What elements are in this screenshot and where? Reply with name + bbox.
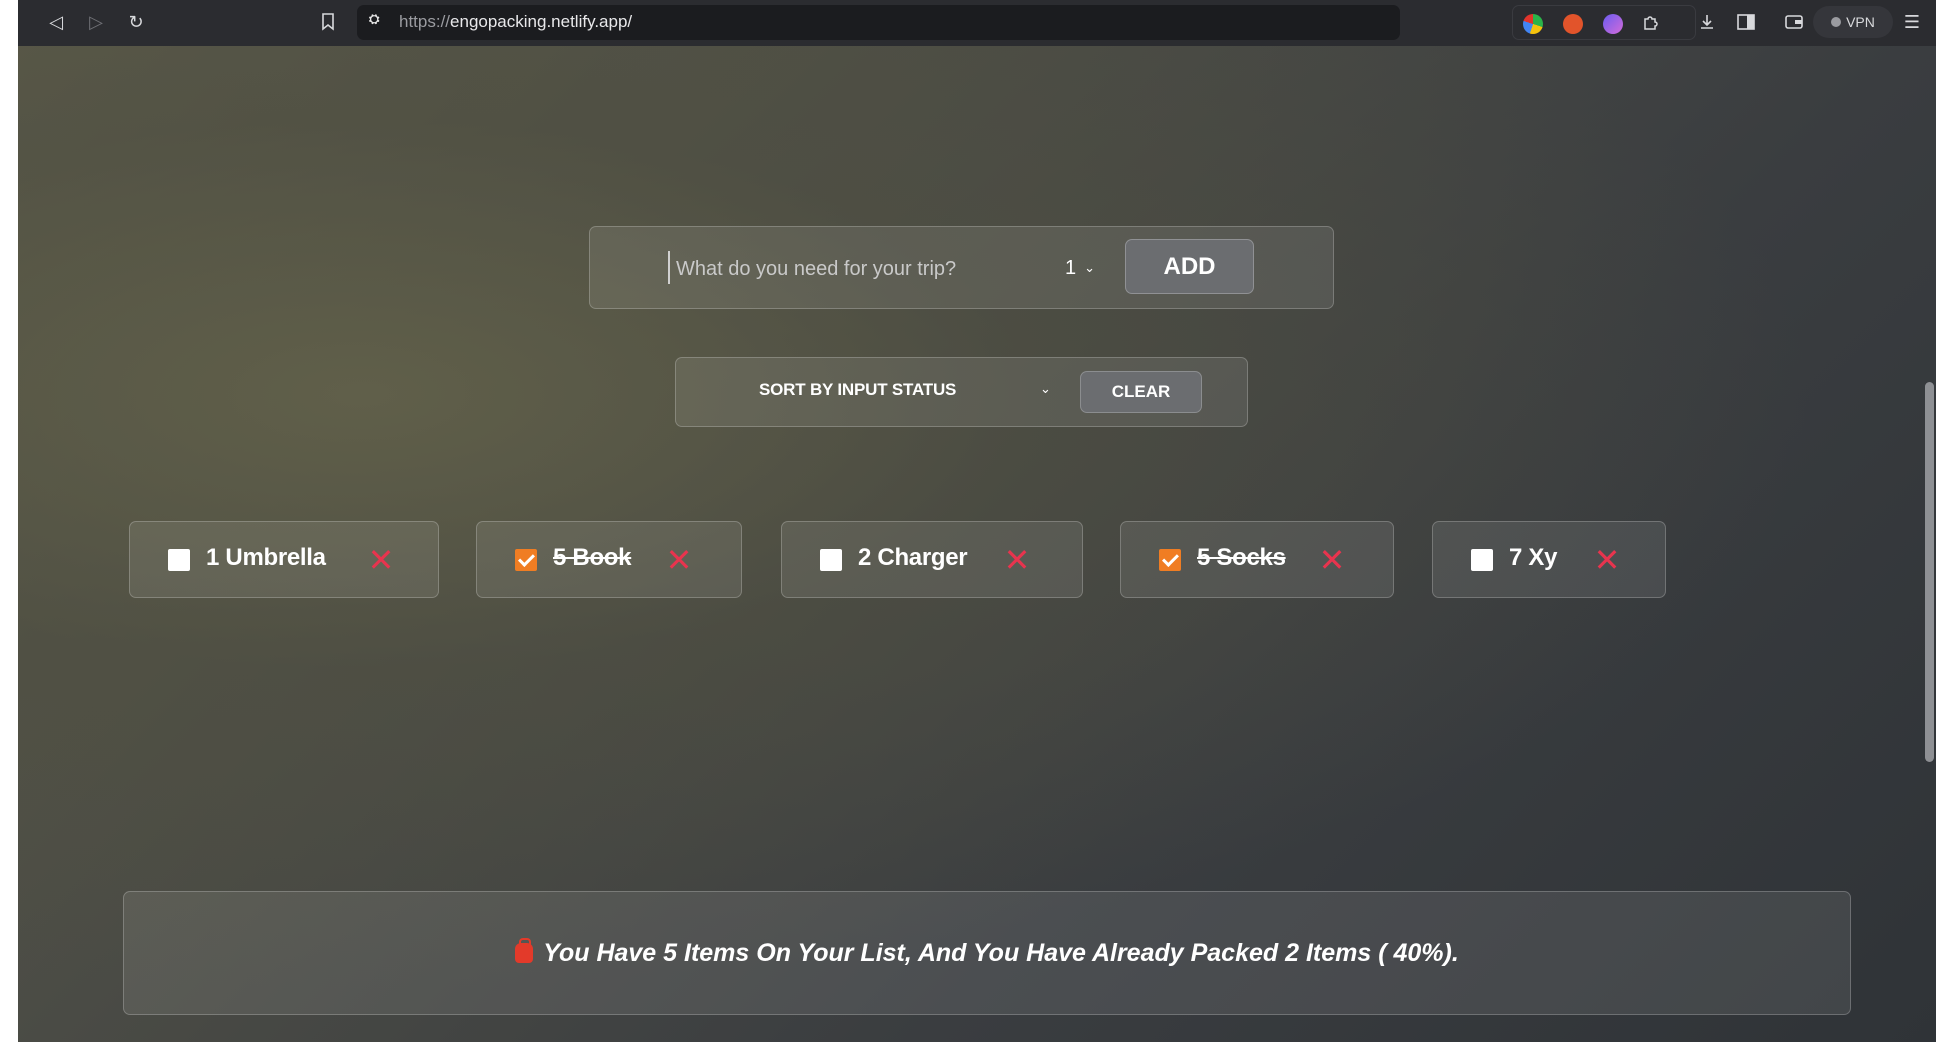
list-item: 1 Umbrella ✕: [129, 521, 439, 598]
puzzle-icon[interactable]: [1637, 8, 1665, 36]
list-item: 7 Xy ✕: [1432, 521, 1666, 598]
item-label: 7 Xy: [1509, 544, 1558, 571]
list-item: 2 Charger ✕: [781, 521, 1083, 598]
add-item-form: 1 ⌄ ADD: [589, 226, 1334, 309]
packed-checkbox[interactable]: [820, 549, 842, 571]
delete-icon[interactable]: ✕: [1591, 541, 1623, 579]
address-bar[interactable]: ⛭ https://engopacking.netlify.app/: [357, 5, 1400, 40]
item-input[interactable]: [674, 245, 1048, 293]
chevron-down-icon: ⌄: [1084, 260, 1096, 276]
quantity-select[interactable]: 1 ⌄: [1065, 249, 1111, 287]
list-actions: SORT BY INPUT STATUS ⌄ CLEAR: [675, 357, 1248, 427]
reload-icon[interactable]: ↻: [122, 8, 150, 36]
add-button[interactable]: ADD: [1125, 239, 1254, 294]
clear-button[interactable]: CLEAR: [1080, 371, 1202, 413]
browser-toolbar: ◁ ▷ ↻ ⛭ https://engopacking.netlify.app/: [18, 0, 1936, 46]
scrollbar[interactable]: [1925, 382, 1934, 762]
bookmark-icon[interactable]: [314, 8, 342, 36]
delete-icon[interactable]: ✕: [1316, 541, 1348, 579]
app-page: 1 ⌄ ADD SORT BY INPUT STATUS ⌄ CLEAR 1 U…: [18, 46, 1936, 1042]
list-item: 5 Book ✕: [476, 521, 742, 598]
forward-arrow-icon[interactable]: ▷: [82, 8, 110, 36]
vpn-button[interactable]: VPN: [1813, 6, 1893, 38]
item-label: 5 Book: [553, 544, 632, 571]
extension-icon[interactable]: [1603, 14, 1623, 34]
brave-rewards-icon[interactable]: [1563, 14, 1583, 34]
back-arrow-icon[interactable]: ◁: [42, 8, 70, 36]
packed-checkbox[interactable]: [515, 549, 537, 571]
list-item: 5 Socks ✕: [1120, 521, 1394, 598]
extensions-group: [1512, 5, 1696, 40]
packed-checkbox[interactable]: [1159, 549, 1181, 571]
item-label: 1 Umbrella: [206, 544, 326, 571]
backpack-icon: [515, 938, 534, 963]
chevron-down-icon[interactable]: ⌄: [1040, 382, 1051, 397]
packed-checkbox[interactable]: [1471, 549, 1493, 571]
delete-icon[interactable]: ✕: [1001, 541, 1033, 579]
vpn-status-icon: [1831, 17, 1842, 27]
delete-icon[interactable]: ✕: [663, 541, 695, 579]
download-icon[interactable]: [1693, 8, 1721, 36]
text-caret: [668, 251, 670, 284]
stats-text: You Have 5 Items On Your List, And You H…: [543, 938, 1459, 967]
packed-checkbox[interactable]: [168, 549, 190, 571]
stats-footer: You Have 5 Items On Your List, And You H…: [123, 891, 1851, 1015]
sidebar-icon[interactable]: [1732, 8, 1760, 36]
sort-select[interactable]: SORT BY INPUT STATUS: [759, 380, 994, 406]
site-info-icon[interactable]: ⛭: [369, 12, 389, 32]
item-label: 2 Charger: [858, 544, 968, 571]
item-label: 5 Socks: [1197, 544, 1286, 571]
menu-icon[interactable]: ☰: [1898, 8, 1926, 36]
extension-icon[interactable]: [1523, 14, 1543, 34]
browser-window: ◁ ▷ ↻ ⛭ https://engopacking.netlify.app/: [18, 0, 1936, 1042]
delete-icon[interactable]: ✕: [365, 541, 397, 579]
stats-line: You Have 5 Items On Your List, And You H…: [124, 892, 1850, 1014]
url-text[interactable]: https://engopacking.netlify.app/: [399, 12, 632, 32]
wallet-icon[interactable]: [1780, 8, 1808, 36]
